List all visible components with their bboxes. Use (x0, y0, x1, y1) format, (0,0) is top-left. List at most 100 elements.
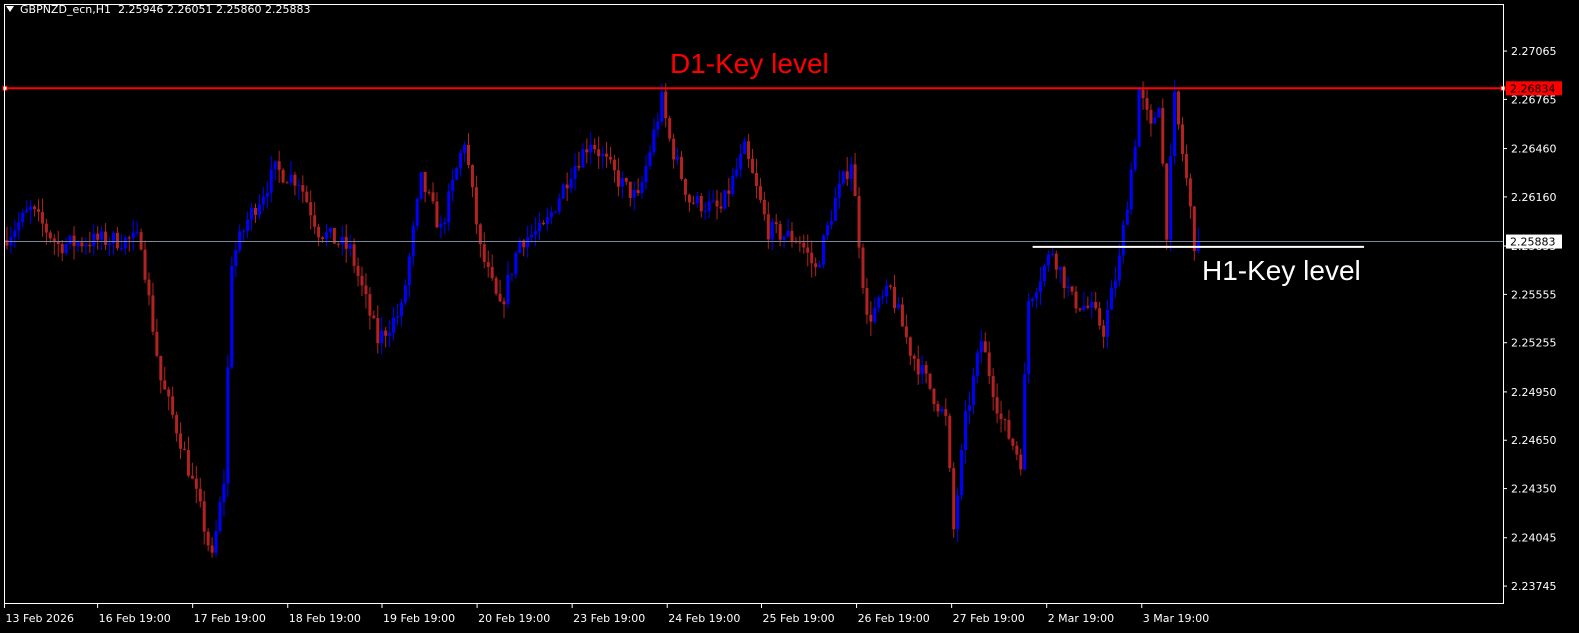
candle-body (829, 221, 833, 225)
candle-body (186, 449, 190, 476)
candle-body (29, 206, 33, 211)
candle-body (37, 209, 41, 212)
candle-body (849, 164, 853, 179)
candle-body (920, 365, 924, 375)
candle-body (893, 286, 897, 309)
candle-body (309, 202, 313, 216)
candle-body (190, 475, 194, 479)
candle-body (983, 341, 987, 353)
candle-body (1098, 308, 1102, 326)
candle-body (1169, 156, 1173, 240)
price-tick-label: 2.24950 (1511, 386, 1557, 399)
candle-body (573, 166, 577, 179)
time-tick-label: 13 Feb 2026 (6, 612, 74, 625)
candle-body (127, 237, 131, 239)
candle-body (1019, 454, 1023, 470)
candle-body (427, 192, 431, 194)
candle-body (1133, 146, 1137, 170)
candle-body (609, 156, 613, 160)
candle-body (210, 545, 214, 553)
candle-body (1058, 267, 1062, 270)
candle-body (435, 201, 439, 228)
candle-body (538, 222, 542, 232)
candle-body (640, 182, 644, 194)
time-tick-label: 19 Feb 19:00 (383, 612, 455, 625)
price-tick-label: 2.25255 (1511, 337, 1557, 350)
candle-body (751, 158, 755, 173)
candle-body (908, 337, 912, 356)
price-chart[interactable]: 2.270652.267652.264602.261602.258552.255… (0, 0, 1579, 633)
candle-body (668, 118, 672, 139)
candle-body (486, 262, 490, 267)
time-tick-label: 16 Feb 19:00 (99, 612, 171, 625)
candle-body (392, 317, 396, 333)
candle-body (967, 405, 971, 411)
candle-body (96, 233, 100, 240)
candle-body (601, 153, 605, 157)
price-tick-label: 2.23745 (1511, 580, 1557, 593)
time-tick-label: 20 Feb 19:00 (478, 612, 550, 625)
candle-body (52, 238, 56, 242)
candle-body (494, 278, 498, 294)
candle-body (1031, 298, 1035, 302)
candle-body (218, 502, 222, 532)
time-axis: 13 Feb 2026 16 Feb 19:00 17 Feb 19:00 18 Fe… (4, 603, 1209, 625)
candle-body (845, 171, 849, 179)
candle-body (60, 243, 64, 254)
candle-body (1137, 89, 1141, 147)
candle-body (612, 159, 616, 171)
candle-body (348, 244, 352, 249)
time-tick-label: 24 Feb 19:00 (668, 612, 740, 625)
candle-body (806, 247, 810, 253)
candle-body (758, 186, 762, 200)
candle-body (277, 161, 281, 170)
candle-body (76, 242, 80, 247)
candle-body (368, 294, 372, 316)
candle-body (960, 449, 964, 496)
candle-body (443, 222, 447, 225)
candle-body (577, 166, 581, 168)
candle-body (1145, 98, 1149, 110)
candle-body (814, 263, 818, 268)
candle-body (699, 196, 703, 212)
candle-body (1173, 91, 1177, 157)
candle-body (1094, 301, 1098, 309)
candle-body (1003, 419, 1007, 421)
candle-body (293, 174, 297, 186)
candle-body (857, 196, 861, 248)
candle-body (1082, 305, 1086, 310)
candle-body (321, 237, 325, 239)
candle-body (569, 178, 573, 189)
candle-body (360, 275, 364, 286)
candle-body (1042, 265, 1046, 282)
candle-body (861, 247, 865, 289)
candle-body (762, 199, 766, 215)
candle-body (782, 236, 786, 240)
candle-body (707, 201, 711, 211)
candle-body (1011, 438, 1015, 446)
candles-layer (5, 80, 1200, 558)
candle-body (506, 274, 510, 305)
candle-body (313, 215, 317, 227)
candle-body (644, 166, 648, 183)
candle-body (198, 488, 202, 502)
candle-body (419, 171, 423, 199)
candle-body (206, 531, 210, 546)
candle-body (1161, 108, 1165, 164)
candle-body (214, 531, 218, 553)
candle-body (396, 316, 400, 318)
candle-body (459, 152, 463, 169)
candle-body (889, 285, 893, 287)
h1-key-level-label: H1-Key level (1202, 255, 1361, 286)
d1-key-level-label: D1-Key level (670, 48, 829, 79)
candle-body (1141, 89, 1145, 99)
candle-body (281, 169, 285, 183)
candle-body (72, 235, 76, 247)
candle-body (159, 355, 163, 381)
candle-body (474, 187, 478, 225)
candle-body (431, 192, 435, 202)
candle-body (514, 252, 518, 274)
candle-body (837, 183, 841, 198)
candle-body (510, 273, 514, 275)
candle-body (202, 501, 206, 532)
